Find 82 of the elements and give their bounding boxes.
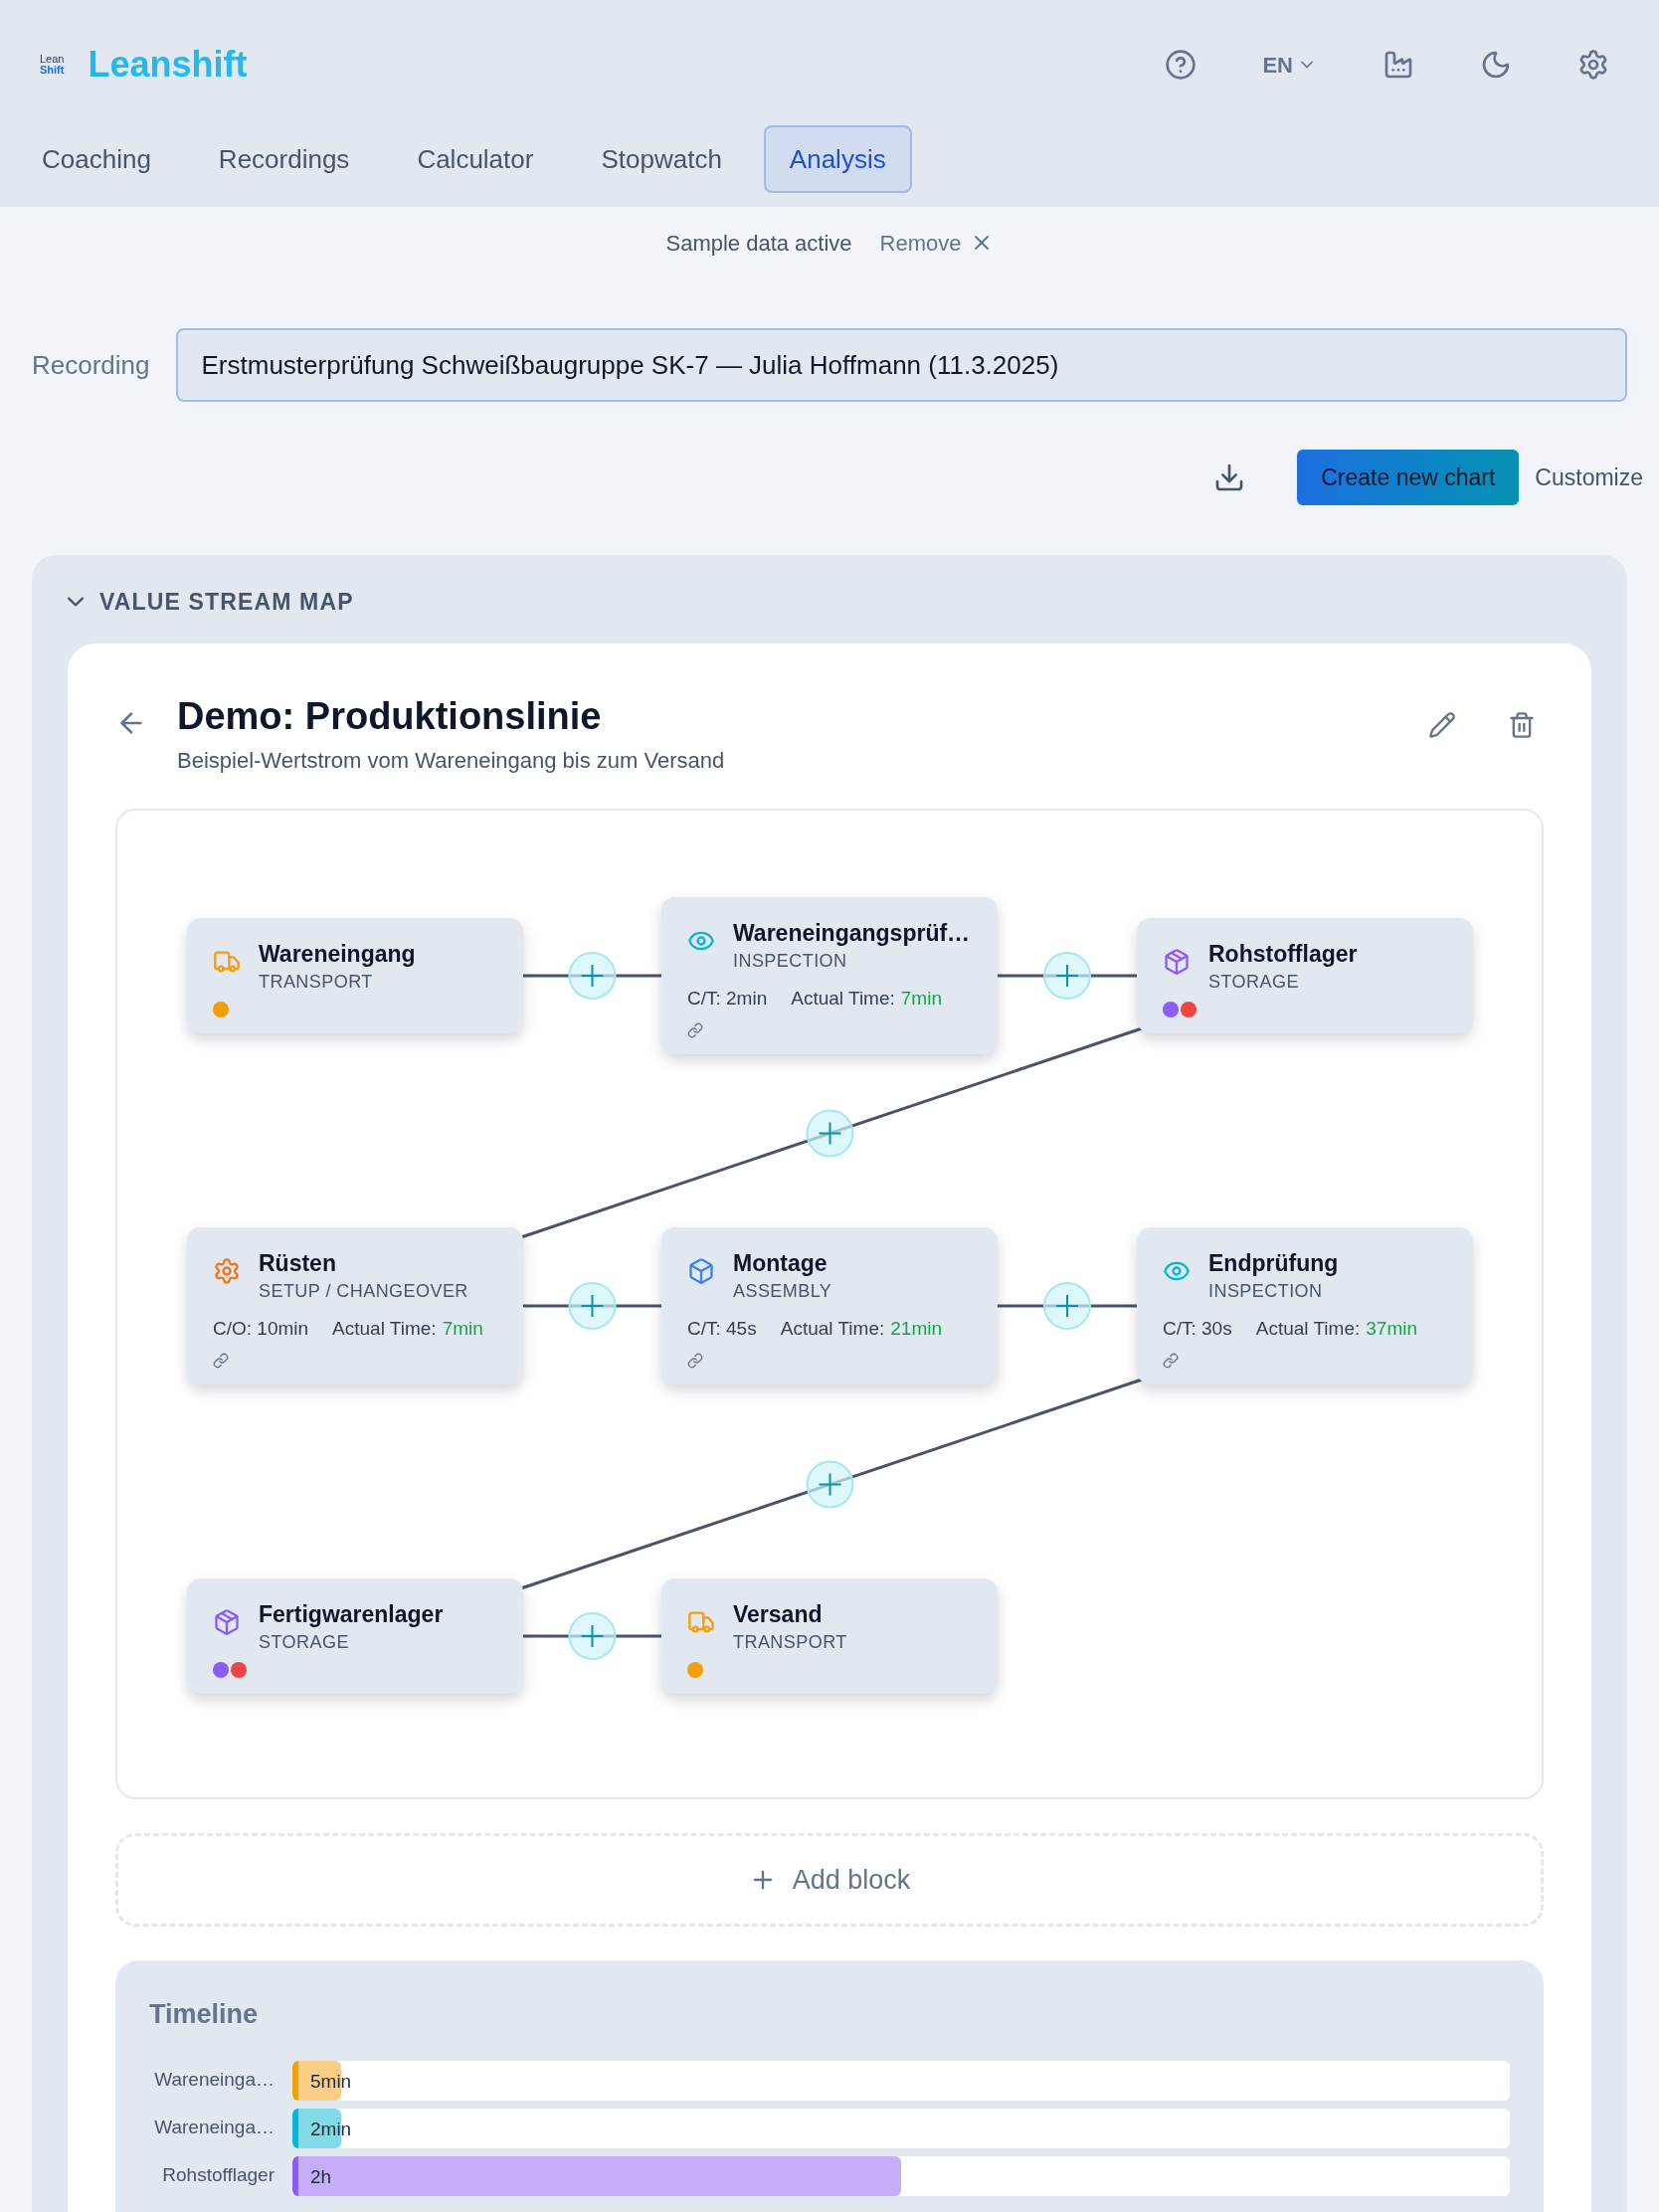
actual-time-value: 7min	[900, 986, 942, 1011]
node-type: INSPECTION	[1208, 1279, 1324, 1303]
timeline-label: Wareneinga…	[153, 2068, 275, 2093]
logo-text: Shift	[40, 65, 65, 76]
nav-tab[interactable]: Stopwatch	[575, 125, 748, 193]
link-icon[interactable]	[687, 1353, 703, 1370]
customize-button[interactable]: Customize	[1535, 460, 1643, 495]
cycle-time: C/T: 2min	[687, 986, 768, 1011]
actual-time-label: Actual Time:	[780, 1316, 885, 1341]
nav-tab[interactable]: Calculator	[391, 125, 560, 193]
help-icon[interactable]	[1165, 49, 1198, 81]
section-toggle[interactable]: VALUE STREAM MAP	[68, 585, 354, 620]
remove-button[interactable]: Remove	[879, 226, 994, 260]
node-type: STORAGE	[259, 1630, 350, 1654]
factory-icon[interactable]	[1382, 49, 1414, 81]
process-node[interactable]: Fertigwarenlager STORAGE	[187, 1578, 523, 1694]
node-type: INSPECTION	[733, 949, 848, 973]
moon-icon[interactable]	[1480, 49, 1512, 81]
process-node[interactable]: Endprüfung INSPECTION C/T: 30s Actual Time: 37min	[1137, 1227, 1473, 1384]
cycle-time: C/O: 10min	[213, 1316, 309, 1341]
node-type: TRANSPORT	[259, 970, 374, 994]
node-title: Versand	[733, 1600, 824, 1629]
node-type: TRANSPORT	[733, 1630, 847, 1654]
add-block-button[interactable]: Add block	[115, 1833, 1544, 1927]
add-connector-button[interactable]	[568, 1282, 617, 1330]
add-connector-button[interactable]	[1043, 1282, 1091, 1330]
process-node[interactable]: Wareneingangsprüf… INSPECTION C/T: 2min Actual Time: 7min	[661, 897, 998, 1054]
edit-icon[interactable]	[1428, 710, 1456, 739]
process-node[interactable]: Rohstofflager STORAGE	[1137, 918, 1473, 1033]
node-title: Rüsten	[259, 1249, 337, 1278]
timeline-label: Wareneinga…	[153, 2116, 275, 2140]
process-node[interactable]: Versand TRANSPORT	[661, 1578, 998, 1694]
box-icon	[213, 1608, 241, 1636]
node-title: Montage	[733, 1249, 829, 1278]
process-node[interactable]: Montage ASSEMBLY C/T: 45s Actual Time: 21min	[661, 1227, 998, 1384]
link-icon[interactable]	[213, 1353, 229, 1370]
link-icon[interactable]	[1163, 1353, 1179, 1370]
gear-icon	[213, 1257, 241, 1285]
cube-icon	[687, 1257, 715, 1285]
cycle-time: C/T: 30s	[1163, 1316, 1232, 1341]
actual-time-label: Actual Time:	[1255, 1316, 1361, 1341]
logo-text: Lean	[40, 54, 65, 65]
node-type: SETUP / CHANGEOVER	[259, 1279, 468, 1303]
chevron-icon	[68, 597, 84, 608]
map-title: Demo: Produktionslinie	[177, 693, 603, 739]
node-title: Wareneingang	[259, 940, 416, 969]
add-connector-button[interactable]	[1043, 952, 1091, 1000]
process-node[interactable]: Wareneingang TRANSPORT	[187, 918, 523, 1033]
nav-tab[interactable]: Recordings	[192, 125, 376, 193]
add-connector-button[interactable]	[568, 952, 617, 1000]
banner-text: Sample data active	[665, 229, 852, 258]
trash-icon[interactable]	[1508, 710, 1536, 739]
add-connector-button[interactable]	[806, 1109, 854, 1158]
nav-tab[interactable]: Coaching	[16, 125, 177, 193]
nav-tab[interactable]: Analysis	[763, 125, 912, 193]
process-node[interactable]: Rüsten SETUP / CHANGEOVER C/O: 10min Actual Time: 7min	[187, 1227, 523, 1384]
node-title: Endprüfung	[1208, 1249, 1339, 1278]
node-title: Wareneingangsprüf…	[733, 919, 971, 948]
recording-label: Recording	[32, 348, 150, 382]
box-icon	[1163, 948, 1191, 976]
create-chart-button[interactable]: Create new chart	[1297, 450, 1520, 505]
language-button[interactable]: EN	[1262, 48, 1317, 82]
actual-time-value: 37min	[1366, 1316, 1417, 1341]
map-subtitle: Beispiel-Wertstrom vom Wareneingang bis zum Versand	[177, 747, 726, 775]
recording-field[interactable]: Erstmusterprüfung Schweißbaugruppe SK-7 — Julia Hoffmann (11.3.2025)	[175, 328, 1627, 402]
node-title: Fertigwarenlager	[259, 1600, 444, 1629]
link-icon[interactable]	[687, 1022, 703, 1039]
node-type: STORAGE	[1208, 970, 1300, 994]
cycle-time: C/T: 45s	[687, 1316, 757, 1341]
timeline-label: Rohstofflager	[161, 2163, 275, 2188]
actual-time-label: Actual Time:	[791, 986, 895, 1011]
brand-name: Leanshift	[88, 43, 248, 87]
actual-time-value: 7min	[442, 1316, 483, 1341]
actual-time-value: 21min	[890, 1316, 942, 1341]
node-type: ASSEMBLY	[733, 1279, 832, 1303]
add-connector-button[interactable]	[806, 1460, 854, 1509]
add-connector-button[interactable]	[568, 1612, 617, 1660]
timeline-title: Timeline	[149, 1998, 260, 2031]
settings-icon[interactable]	[1577, 49, 1609, 81]
node-title: Rohstofflager	[1208, 940, 1358, 969]
actual-time-label: Actual Time:	[332, 1316, 437, 1341]
timeline-value: 2h	[310, 2164, 332, 2189]
